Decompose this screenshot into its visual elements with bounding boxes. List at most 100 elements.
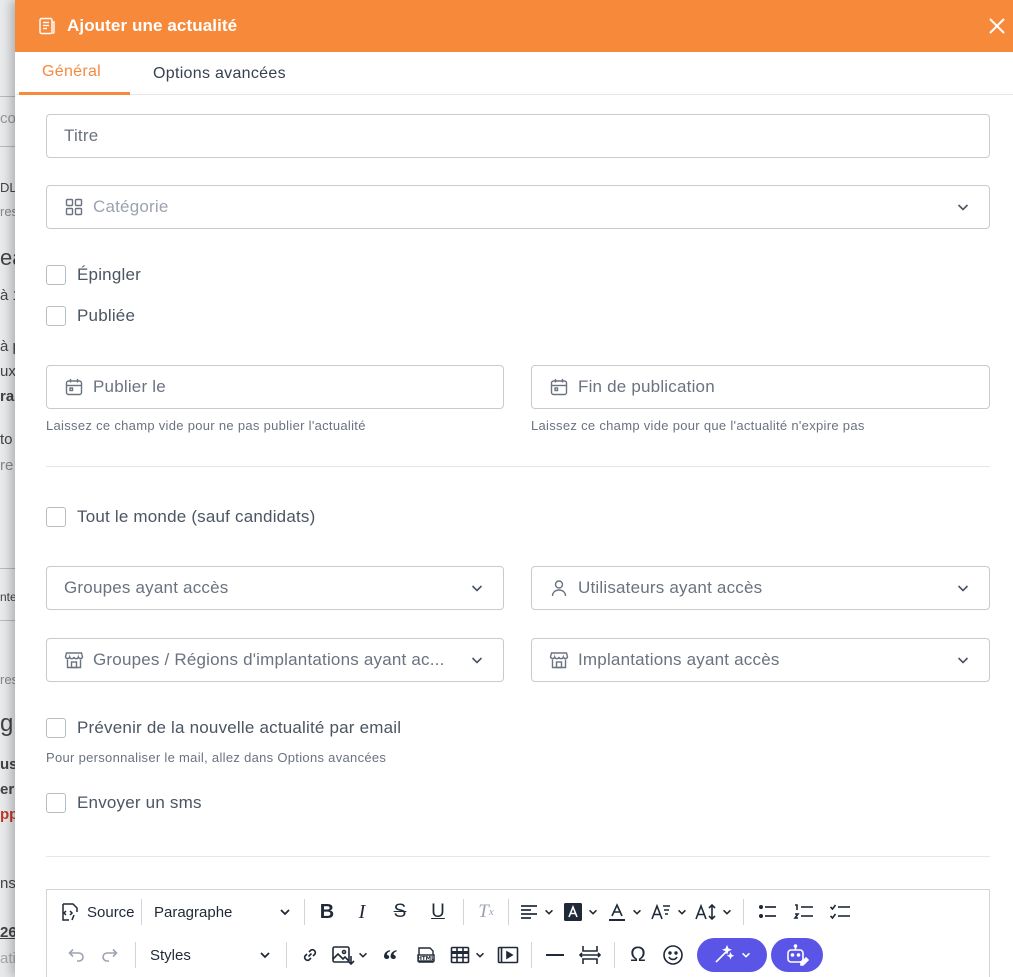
region-groups-placeholder: Groupes / Régions d'implantations ayant …: [93, 650, 445, 669]
bg-divider: [0, 620, 16, 621]
bg-fragment: to: [0, 431, 13, 448]
chevron-down-icon: [469, 652, 485, 668]
pin-label: Épingler: [77, 265, 141, 284]
everyone-checkbox-row[interactable]: Tout le monde (sauf candidats): [46, 507, 315, 527]
store-icon: [64, 650, 84, 670]
everyone-label: Tout le monde (sauf candidats): [77, 507, 316, 526]
bulleted-list-icon[interactable]: [750, 897, 786, 927]
tab-bar: Général Options avancées: [15, 52, 1013, 95]
toolbar-separator: [463, 899, 464, 925]
highlight-icon: [563, 902, 583, 922]
font-color-dropdown[interactable]: [603, 897, 647, 927]
bg-fragment: us: [0, 756, 16, 773]
notify-email-checkbox-row[interactable]: Prévenir de la nouvelle actualité par em…: [46, 718, 401, 738]
published-checkbox[interactable]: [46, 306, 66, 326]
locations-select[interactable]: Implantations ayant accès: [531, 638, 990, 682]
send-sms-checkbox-row[interactable]: Envoyer un sms: [46, 793, 202, 813]
toolbar-separator: [531, 942, 532, 968]
horizontal-line-icon[interactable]: [538, 940, 572, 970]
editor-toolbar: Source Paragraphe B I S U Tx Styles “ HT…: [46, 889, 990, 977]
pin-checkbox[interactable]: [46, 265, 66, 285]
bg-divider: [0, 568, 16, 569]
strikethrough-icon[interactable]: S: [381, 897, 419, 927]
robot-icon: [785, 944, 809, 966]
toolbar-separator: [743, 899, 744, 925]
undo-icon[interactable]: [57, 940, 93, 970]
notify-email-checkbox[interactable]: [46, 718, 66, 738]
users-select[interactable]: Utilisateurs ayant accès: [531, 566, 990, 610]
close-icon[interactable]: [985, 14, 1009, 38]
category-select[interactable]: Catégorie: [46, 185, 990, 229]
align-dropdown[interactable]: [515, 897, 559, 927]
bg-fragment: g: [0, 710, 14, 737]
italic-icon[interactable]: I: [343, 897, 381, 927]
styles-dropdown[interactable]: Styles: [142, 940, 280, 970]
paragraph-dropdown[interactable]: Paragraphe: [148, 897, 298, 927]
end-date-input[interactable]: Fin de publication: [531, 365, 990, 409]
special-characters-icon[interactable]: Ω: [621, 940, 655, 970]
user-icon: [549, 578, 569, 598]
bg-fragment: co: [0, 110, 16, 127]
bg-fragment: re: [0, 457, 14, 474]
table-icon: [450, 945, 470, 965]
page-break-icon[interactable]: [572, 940, 608, 970]
newspaper-icon: [37, 16, 57, 36]
bg-fragment: res: [0, 204, 16, 219]
chevron-down-icon: [740, 949, 752, 961]
image-icon: [331, 944, 355, 966]
font-size-dropdown[interactable]: [691, 897, 737, 927]
pin-checkbox-row[interactable]: Épingler: [46, 265, 141, 285]
styles-label: Styles: [150, 946, 191, 964]
bg-fragment: nte: [0, 590, 16, 604]
published-checkbox-row[interactable]: Publiée: [46, 306, 135, 326]
publish-date-input[interactable]: Publier le: [46, 365, 504, 409]
html-embed-icon[interactable]: HTML: [407, 940, 445, 970]
bg-fragment: ati: [0, 950, 16, 967]
tab-general[interactable]: Général: [19, 52, 130, 95]
toolbar-separator: [304, 899, 305, 925]
modal-header: Ajouter une actualité: [15, 0, 1013, 52]
source-button[interactable]: Source: [59, 897, 135, 927]
redo-icon[interactable]: [93, 940, 129, 970]
ai-chat-button[interactable]: [771, 938, 823, 972]
publish-date-placeholder: Publier le: [93, 377, 166, 396]
section-divider: [46, 466, 990, 467]
chevron-down-icon: [543, 906, 555, 918]
underline-icon[interactable]: U: [419, 897, 457, 927]
blockquote-icon[interactable]: “: [373, 940, 407, 977]
bold-icon[interactable]: B: [311, 897, 343, 927]
insert-table-dropdown[interactable]: [445, 940, 491, 970]
published-label: Publiée: [77, 306, 136, 325]
font-family-dropdown[interactable]: [647, 897, 691, 927]
bg-fragment: DL: [0, 180, 16, 195]
toolbar-separator: [135, 942, 136, 968]
background-color-dropdown[interactable]: [559, 897, 603, 927]
source-icon: [59, 901, 81, 923]
link-icon[interactable]: [293, 940, 327, 970]
emoji-icon[interactable]: [655, 940, 691, 970]
title-input[interactable]: Titre: [46, 114, 990, 158]
bg-divider: [0, 146, 16, 147]
region-groups-select[interactable]: Groupes / Régions d'implantations ayant …: [46, 638, 504, 682]
chevron-down-icon: [631, 906, 643, 918]
chevron-down-icon: [955, 199, 971, 215]
groups-select[interactable]: Groupes ayant accès: [46, 566, 504, 610]
calendar-icon: [549, 377, 569, 397]
todo-list-icon[interactable]: [822, 897, 858, 927]
numbered-list-icon[interactable]: [786, 897, 822, 927]
insert-image-dropdown[interactable]: [327, 940, 373, 970]
end-date-placeholder: Fin de publication: [578, 377, 715, 396]
bg-fragment: pp: [0, 806, 16, 823]
tab-advanced-options[interactable]: Options avancées: [130, 52, 286, 95]
end-date-help: Laissez ce champ vide pour que l'actuali…: [531, 418, 865, 433]
toolbar-separator: [286, 942, 287, 968]
store-icon: [549, 650, 569, 670]
font-size-icon: [695, 902, 719, 922]
everyone-checkbox[interactable]: [46, 507, 66, 527]
media-embed-icon[interactable]: [491, 940, 525, 970]
send-sms-checkbox[interactable]: [46, 793, 66, 813]
notify-email-help: Pour personnaliser le mail, allez dans O…: [46, 750, 387, 765]
ai-assistant-dropdown[interactable]: [697, 938, 767, 972]
remove-format-icon[interactable]: Tx: [470, 897, 502, 927]
background-page: co DL res ea à 1 à p ux rai to re nte re…: [0, 0, 16, 977]
